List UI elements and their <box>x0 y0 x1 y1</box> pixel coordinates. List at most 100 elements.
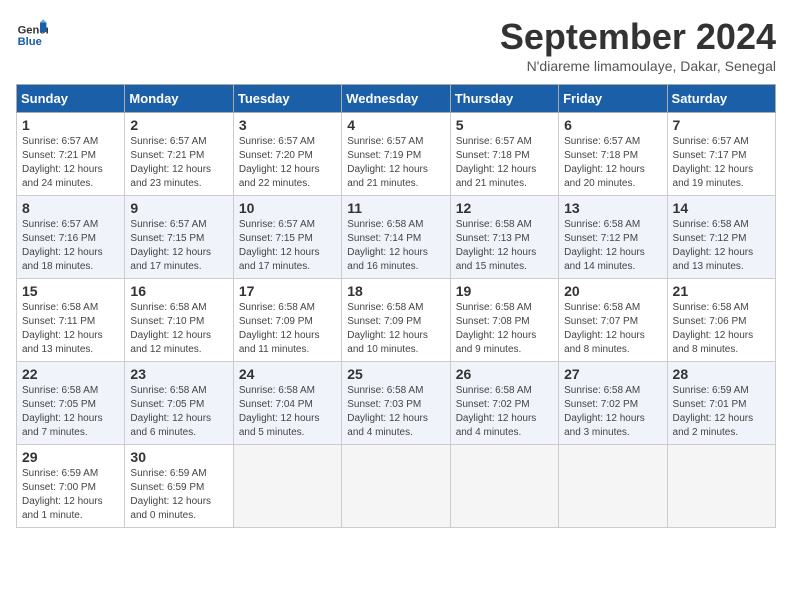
day-info: Sunrise: 6:58 AM Sunset: 7:06 PM Dayligh… <box>673 301 770 357</box>
day-number: 11 <box>347 200 444 216</box>
month-title: September 2024 <box>500 16 776 58</box>
day-number: 8 <box>22 200 119 216</box>
day-number: 30 <box>130 449 227 465</box>
day-number: 26 <box>456 366 553 382</box>
logo-icon: General Blue <box>16 16 48 48</box>
day-info: Sunrise: 6:57 AM Sunset: 7:21 PM Dayligh… <box>22 135 119 191</box>
calendar-day-cell: 16 Sunrise: 6:58 AM Sunset: 7:10 PM Dayl… <box>125 279 233 362</box>
calendar-day-cell: 12 Sunrise: 6:58 AM Sunset: 7:13 PM Dayl… <box>450 196 558 279</box>
day-info: Sunrise: 6:57 AM Sunset: 7:18 PM Dayligh… <box>456 135 553 191</box>
col-header-sunday: Sunday <box>17 85 125 113</box>
day-info: Sunrise: 6:58 AM Sunset: 7:05 PM Dayligh… <box>22 384 119 440</box>
day-info: Sunrise: 6:58 AM Sunset: 7:02 PM Dayligh… <box>564 384 661 440</box>
calendar-table: SundayMondayTuesdayWednesdayThursdayFrid… <box>16 84 776 528</box>
calendar-day-cell: 1 Sunrise: 6:57 AM Sunset: 7:21 PM Dayli… <box>17 113 125 196</box>
calendar-week-row: 1 Sunrise: 6:57 AM Sunset: 7:21 PM Dayli… <box>17 113 776 196</box>
calendar-day-cell: 24 Sunrise: 6:58 AM Sunset: 7:04 PM Dayl… <box>233 362 341 445</box>
calendar-day-cell: 27 Sunrise: 6:58 AM Sunset: 7:02 PM Dayl… <box>559 362 667 445</box>
day-info: Sunrise: 6:58 AM Sunset: 7:03 PM Dayligh… <box>347 384 444 440</box>
calendar-day-cell: 8 Sunrise: 6:57 AM Sunset: 7:16 PM Dayli… <box>17 196 125 279</box>
calendar-day-cell: 18 Sunrise: 6:58 AM Sunset: 7:09 PM Dayl… <box>342 279 450 362</box>
day-info: Sunrise: 6:58 AM Sunset: 7:08 PM Dayligh… <box>456 301 553 357</box>
calendar-day-cell: 10 Sunrise: 6:57 AM Sunset: 7:15 PM Dayl… <box>233 196 341 279</box>
calendar-week-row: 22 Sunrise: 6:58 AM Sunset: 7:05 PM Dayl… <box>17 362 776 445</box>
calendar-day-cell: 30 Sunrise: 6:59 AM Sunset: 6:59 PM Dayl… <box>125 445 233 528</box>
day-number: 16 <box>130 283 227 299</box>
day-number: 1 <box>22 117 119 133</box>
day-info: Sunrise: 6:58 AM Sunset: 7:11 PM Dayligh… <box>22 301 119 357</box>
col-header-thursday: Thursday <box>450 85 558 113</box>
day-info: Sunrise: 6:58 AM Sunset: 7:09 PM Dayligh… <box>239 301 336 357</box>
calendar-day-cell: 26 Sunrise: 6:58 AM Sunset: 7:02 PM Dayl… <box>450 362 558 445</box>
calendar-day-cell: 5 Sunrise: 6:57 AM Sunset: 7:18 PM Dayli… <box>450 113 558 196</box>
day-number: 7 <box>673 117 770 133</box>
col-header-friday: Friday <box>559 85 667 113</box>
day-number: 5 <box>456 117 553 133</box>
svg-text:Blue: Blue <box>18 36 42 48</box>
day-number: 4 <box>347 117 444 133</box>
day-number: 22 <box>22 366 119 382</box>
day-info: Sunrise: 6:57 AM Sunset: 7:20 PM Dayligh… <box>239 135 336 191</box>
day-number: 13 <box>564 200 661 216</box>
day-number: 23 <box>130 366 227 382</box>
day-info: Sunrise: 6:59 AM Sunset: 7:00 PM Dayligh… <box>22 467 119 523</box>
calendar-day-cell <box>450 445 558 528</box>
day-info: Sunrise: 6:59 AM Sunset: 6:59 PM Dayligh… <box>130 467 227 523</box>
day-info: Sunrise: 6:57 AM Sunset: 7:15 PM Dayligh… <box>239 218 336 274</box>
day-info: Sunrise: 6:58 AM Sunset: 7:07 PM Dayligh… <box>564 301 661 357</box>
calendar-day-cell: 3 Sunrise: 6:57 AM Sunset: 7:20 PM Dayli… <box>233 113 341 196</box>
day-number: 20 <box>564 283 661 299</box>
location-subtitle: N'diareme limamoulaye, Dakar, Senegal <box>500 58 776 74</box>
day-info: Sunrise: 6:58 AM Sunset: 7:12 PM Dayligh… <box>673 218 770 274</box>
calendar-day-cell: 22 Sunrise: 6:58 AM Sunset: 7:05 PM Dayl… <box>17 362 125 445</box>
day-info: Sunrise: 6:58 AM Sunset: 7:02 PM Dayligh… <box>456 384 553 440</box>
day-number: 25 <box>347 366 444 382</box>
calendar-day-cell: 4 Sunrise: 6:57 AM Sunset: 7:19 PM Dayli… <box>342 113 450 196</box>
day-info: Sunrise: 6:58 AM Sunset: 7:13 PM Dayligh… <box>456 218 553 274</box>
calendar-day-cell <box>342 445 450 528</box>
day-number: 17 <box>239 283 336 299</box>
col-header-saturday: Saturday <box>667 85 775 113</box>
day-number: 2 <box>130 117 227 133</box>
day-info: Sunrise: 6:57 AM Sunset: 7:17 PM Dayligh… <box>673 135 770 191</box>
calendar-week-row: 29 Sunrise: 6:59 AM Sunset: 7:00 PM Dayl… <box>17 445 776 528</box>
day-number: 19 <box>456 283 553 299</box>
col-header-wednesday: Wednesday <box>342 85 450 113</box>
col-header-monday: Monday <box>125 85 233 113</box>
calendar-day-cell: 11 Sunrise: 6:58 AM Sunset: 7:14 PM Dayl… <box>342 196 450 279</box>
calendar-day-cell: 17 Sunrise: 6:58 AM Sunset: 7:09 PM Dayl… <box>233 279 341 362</box>
day-info: Sunrise: 6:59 AM Sunset: 7:01 PM Dayligh… <box>673 384 770 440</box>
calendar-day-cell: 2 Sunrise: 6:57 AM Sunset: 7:21 PM Dayli… <box>125 113 233 196</box>
day-info: Sunrise: 6:57 AM Sunset: 7:21 PM Dayligh… <box>130 135 227 191</box>
calendar-week-row: 8 Sunrise: 6:57 AM Sunset: 7:16 PM Dayli… <box>17 196 776 279</box>
day-number: 24 <box>239 366 336 382</box>
page-header: General Blue September 2024 N'diareme li… <box>16 16 776 74</box>
calendar-day-cell <box>559 445 667 528</box>
calendar-day-cell: 28 Sunrise: 6:59 AM Sunset: 7:01 PM Dayl… <box>667 362 775 445</box>
day-info: Sunrise: 6:58 AM Sunset: 7:04 PM Dayligh… <box>239 384 336 440</box>
calendar-day-cell: 19 Sunrise: 6:58 AM Sunset: 7:08 PM Dayl… <box>450 279 558 362</box>
day-info: Sunrise: 6:57 AM Sunset: 7:19 PM Dayligh… <box>347 135 444 191</box>
day-number: 14 <box>673 200 770 216</box>
calendar-day-cell: 9 Sunrise: 6:57 AM Sunset: 7:15 PM Dayli… <box>125 196 233 279</box>
day-number: 21 <box>673 283 770 299</box>
day-number: 27 <box>564 366 661 382</box>
day-number: 15 <box>22 283 119 299</box>
calendar-day-cell: 14 Sunrise: 6:58 AM Sunset: 7:12 PM Dayl… <box>667 196 775 279</box>
calendar-day-cell: 7 Sunrise: 6:57 AM Sunset: 7:17 PM Dayli… <box>667 113 775 196</box>
title-area: September 2024 N'diareme limamoulaye, Da… <box>500 16 776 74</box>
day-number: 29 <box>22 449 119 465</box>
calendar-day-cell <box>233 445 341 528</box>
logo: General Blue <box>16 16 48 48</box>
day-info: Sunrise: 6:58 AM Sunset: 7:10 PM Dayligh… <box>130 301 227 357</box>
day-number: 9 <box>130 200 227 216</box>
calendar-day-cell: 6 Sunrise: 6:57 AM Sunset: 7:18 PM Dayli… <box>559 113 667 196</box>
day-info: Sunrise: 6:58 AM Sunset: 7:14 PM Dayligh… <box>347 218 444 274</box>
day-info: Sunrise: 6:57 AM Sunset: 7:16 PM Dayligh… <box>22 218 119 274</box>
calendar-day-cell: 15 Sunrise: 6:58 AM Sunset: 7:11 PM Dayl… <box>17 279 125 362</box>
day-info: Sunrise: 6:58 AM Sunset: 7:09 PM Dayligh… <box>347 301 444 357</box>
calendar-week-row: 15 Sunrise: 6:58 AM Sunset: 7:11 PM Dayl… <box>17 279 776 362</box>
col-header-tuesday: Tuesday <box>233 85 341 113</box>
day-number: 3 <box>239 117 336 133</box>
calendar-day-cell: 25 Sunrise: 6:58 AM Sunset: 7:03 PM Dayl… <box>342 362 450 445</box>
